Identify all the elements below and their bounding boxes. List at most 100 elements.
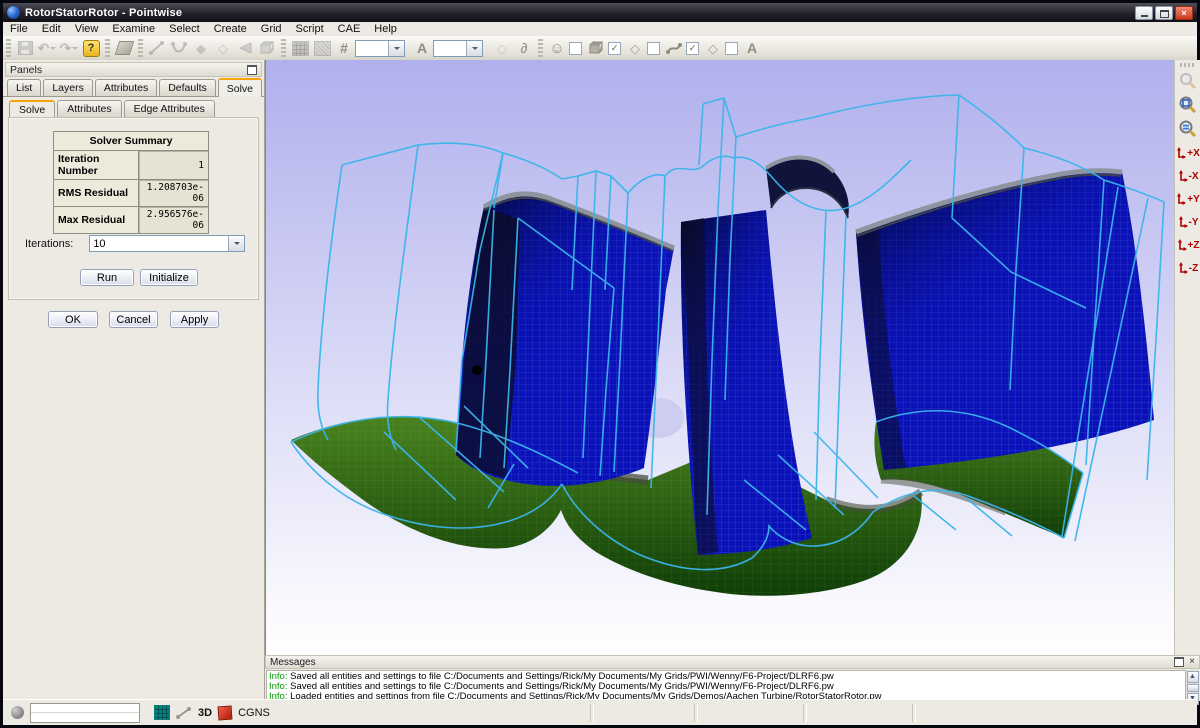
restore-button[interactable] bbox=[1155, 6, 1173, 20]
menu-file[interactable]: File bbox=[3, 23, 35, 35]
spacing-combo-arrow[interactable] bbox=[466, 41, 482, 56]
magnifier-icon bbox=[1179, 72, 1197, 90]
derivative-button[interactable]: ∂ bbox=[513, 38, 535, 58]
mask-block-button[interactable] bbox=[585, 38, 607, 58]
create-extrusion-button[interactable] bbox=[234, 38, 256, 58]
save-button[interactable] bbox=[14, 38, 36, 58]
mask-spacing-button[interactable]: ◇ bbox=[702, 38, 724, 58]
apply-button[interactable]: Apply bbox=[170, 311, 219, 328]
selected-point-marker[interactable] bbox=[472, 365, 482, 375]
menu-create[interactable]: Create bbox=[207, 23, 254, 35]
scroll-up-icon[interactable]: ▲ bbox=[1187, 671, 1199, 683]
tab-layers[interactable]: Layers bbox=[43, 79, 93, 96]
toolbar-grip[interactable] bbox=[138, 39, 143, 57]
create-domain-structured-button[interactable]: ◆ bbox=[190, 38, 212, 58]
subtab-attributes[interactable]: Attributes bbox=[57, 100, 121, 117]
scroll-thumb[interactable] bbox=[1187, 684, 1199, 692]
messages-float-icon[interactable] bbox=[1174, 657, 1184, 667]
mask-point-button[interactable]: A bbox=[741, 38, 763, 58]
grid-structured-button[interactable] bbox=[289, 38, 311, 58]
layer-stack-button[interactable] bbox=[113, 38, 135, 58]
dimension-combo-arrow[interactable] bbox=[388, 41, 404, 56]
menu-grid[interactable]: Grid bbox=[254, 23, 289, 35]
view-plus-z-button[interactable]: +Z bbox=[1176, 235, 1200, 255]
help-button[interactable]: ? bbox=[80, 38, 102, 58]
display-viewport[interactable] bbox=[265, 60, 1174, 655]
ok-button[interactable]: OK bbox=[48, 311, 98, 328]
view-minus-x-button[interactable]: -X bbox=[1176, 166, 1200, 186]
messages-caption-bar[interactable]: Messages × bbox=[265, 655, 1200, 669]
zoom-button[interactable] bbox=[1177, 70, 1199, 92]
rms-residual-label: RMS Residual bbox=[54, 180, 139, 207]
create-block-button[interactable] bbox=[256, 38, 278, 58]
structured-grid-icon bbox=[292, 41, 309, 56]
toolbar-grip[interactable] bbox=[281, 39, 286, 57]
messages-log[interactable]: Info: Saved all entities and settings to… bbox=[266, 670, 1199, 701]
mask-spacing-checkbox[interactable] bbox=[725, 42, 738, 55]
toolbar-grip[interactable] bbox=[6, 39, 11, 57]
toolbar-grip[interactable] bbox=[105, 39, 110, 57]
tab-defaults[interactable]: Defaults bbox=[159, 79, 216, 96]
menu-select[interactable]: Select bbox=[162, 23, 207, 35]
mask-domain-button[interactable]: ◇ bbox=[624, 38, 646, 58]
undo-button[interactable]: ↶ bbox=[36, 38, 58, 58]
title-bar[interactable]: RotorStatorRotor - Pointwise × bbox=[3, 3, 1197, 22]
axis-label: -Y bbox=[1189, 217, 1199, 228]
statusbar-divider bbox=[694, 704, 698, 722]
axis-label: +X bbox=[1187, 148, 1200, 159]
main-toolbar: ↶ ↷ ? ◆ ◇ # bbox=[3, 36, 1197, 61]
grid-unstructured-button[interactable] bbox=[311, 38, 333, 58]
spacing-combo[interactable] bbox=[433, 40, 483, 57]
toolbar-grip[interactable] bbox=[538, 39, 543, 57]
toolbar-grip[interactable] bbox=[1180, 63, 1196, 67]
initialize-button[interactable]: Initialize bbox=[140, 269, 198, 286]
run-button[interactable]: Run bbox=[80, 269, 134, 286]
subtab-solve[interactable]: Solve bbox=[9, 100, 55, 118]
mask-domain-checkbox[interactable] bbox=[647, 42, 660, 55]
messages-scrollbar[interactable]: ▲ ▼ bbox=[1185, 670, 1199, 701]
subtab-edge-attributes[interactable]: Edge Attributes bbox=[124, 100, 215, 117]
tab-solve[interactable]: Solve bbox=[218, 78, 262, 97]
messages-close-icon[interactable]: × bbox=[1189, 657, 1195, 667]
mask-database-button[interactable]: ☺ bbox=[546, 38, 568, 58]
mask-block-checkbox[interactable]: ✓ bbox=[608, 42, 621, 55]
redo-button[interactable]: ↷ bbox=[58, 38, 80, 58]
create-domain-unstructured-button[interactable]: ◇ bbox=[212, 38, 234, 58]
view-minus-y-button[interactable]: -Y bbox=[1176, 212, 1200, 232]
dimension-combo[interactable] bbox=[355, 40, 405, 57]
iterations-combo[interactable]: 10 bbox=[89, 235, 245, 252]
axis-label: +Y bbox=[1187, 194, 1200, 205]
tab-attributes[interactable]: Attributes bbox=[95, 79, 157, 96]
panels-caption: Panels bbox=[10, 64, 42, 76]
panels-float-icon[interactable] bbox=[247, 65, 257, 75]
axis-label: -X bbox=[1189, 171, 1199, 182]
minimize-button[interactable] bbox=[1135, 6, 1153, 20]
dimension-button[interactable]: # bbox=[333, 38, 355, 58]
iterations-combo-arrow[interactable] bbox=[228, 236, 244, 251]
solve-tool-button[interactable]: ◇ bbox=[491, 38, 513, 58]
menu-view[interactable]: View bbox=[68, 23, 106, 35]
panels-caption-bar[interactable]: Panels bbox=[5, 62, 262, 77]
menu-edit[interactable]: Edit bbox=[35, 23, 68, 35]
view-plus-y-button[interactable]: +Y bbox=[1176, 189, 1200, 209]
menu-help[interactable]: Help bbox=[367, 23, 404, 35]
menu-cae[interactable]: CAE bbox=[331, 23, 368, 35]
mask-connector-checkbox[interactable]: ✓ bbox=[686, 42, 699, 55]
close-button[interactable]: × bbox=[1175, 6, 1193, 20]
mask-connector-button[interactable] bbox=[663, 38, 685, 58]
create-curve-button[interactable] bbox=[168, 38, 190, 58]
menu-examine[interactable]: Examine bbox=[105, 23, 162, 35]
mask-database-checkbox[interactable] bbox=[569, 42, 582, 55]
view-minus-z-button[interactable]: -Z bbox=[1176, 258, 1200, 278]
zoom-to-fit-button[interactable] bbox=[1177, 94, 1199, 116]
unstructured-grid-icon bbox=[314, 41, 331, 56]
zoom-actual-size-button[interactable] bbox=[1177, 118, 1199, 140]
tab-list[interactable]: List bbox=[7, 79, 41, 96]
view-plus-x-button[interactable]: +X bbox=[1176, 143, 1200, 163]
spacing-button[interactable]: A bbox=[411, 38, 433, 58]
menu-script[interactable]: Script bbox=[289, 23, 331, 35]
create-connector-button[interactable] bbox=[146, 38, 168, 58]
grid-mode-icon[interactable] bbox=[154, 705, 170, 720]
panels-panel: Panels List Layers Attributes Defaults S… bbox=[3, 60, 265, 700]
cancel-button[interactable]: Cancel bbox=[109, 311, 158, 328]
